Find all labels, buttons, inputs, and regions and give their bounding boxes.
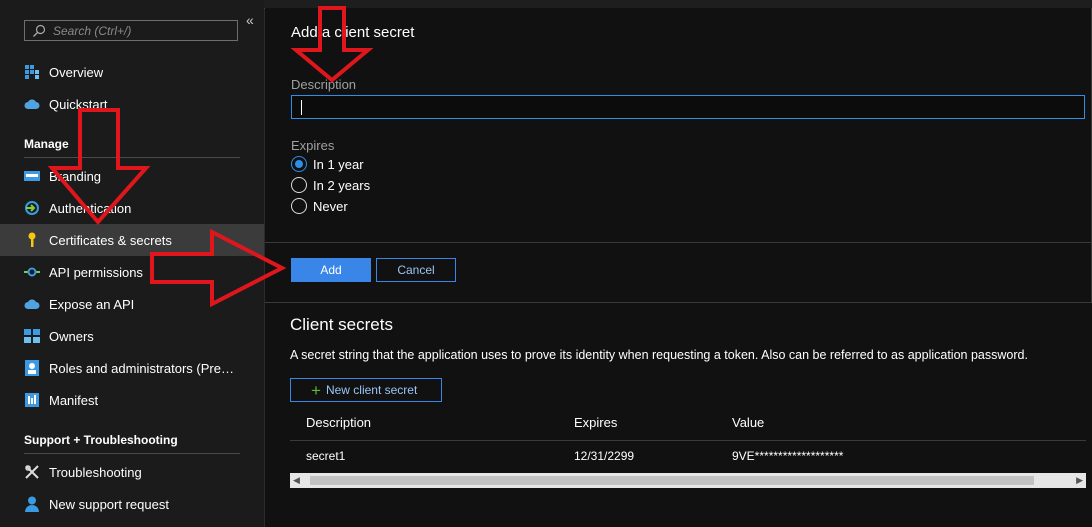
overview-icon	[24, 64, 40, 80]
panel-divider	[265, 242, 1091, 243]
expires-label: Expires	[291, 138, 335, 153]
sidebar-item-roles-administrators[interactable]: Roles and administrators (Previ...	[0, 352, 264, 384]
cloud-icon	[24, 296, 40, 312]
sidebar-item-label: API permissions	[49, 264, 143, 280]
scrollbar-thumb[interactable]	[310, 476, 1034, 485]
column-header-expires: Expires	[574, 415, 618, 430]
section-divider	[24, 157, 240, 158]
text-cursor	[301, 100, 302, 115]
column-header-value: Value	[732, 415, 765, 430]
radio-label: Never	[313, 198, 348, 214]
search-box[interactable]	[24, 20, 238, 41]
support-section-header: Support + Troubleshooting	[24, 433, 178, 447]
panel-title: Add a client secret	[291, 24, 415, 41]
table-cell-description: secret1	[306, 449, 346, 463]
sidebar-item-label: Overview	[49, 64, 104, 80]
sidebar-item-label: Branding	[49, 168, 102, 184]
key-icon	[24, 232, 40, 248]
sidebar-item-label: Expose an API	[49, 296, 135, 312]
search-icon	[33, 24, 46, 37]
cancel-button[interactable]: Cancel	[376, 258, 456, 282]
sidebar-item-label: New support request	[49, 496, 169, 512]
table-header-divider	[290, 440, 1086, 441]
collapse-sidebar-icon[interactable]: «	[246, 12, 254, 28]
sidebar-item-label: Authentication	[49, 200, 132, 216]
section-divider	[24, 453, 240, 454]
search-input[interactable]	[51, 22, 235, 39]
sidebar: « Overview Quickstart Manage Branding Au…	[0, 0, 265, 527]
horizontal-scrollbar[interactable]: ◀ ▶	[290, 473, 1086, 488]
sidebar-item-manifest[interactable]: Manifest	[0, 384, 264, 416]
sidebar-item-quickstart[interactable]: Quickstart	[0, 88, 264, 120]
wrench-icon	[24, 464, 40, 480]
sidebar-item-label: Manifest	[49, 392, 99, 408]
manage-section-header: Manage	[24, 137, 69, 151]
scroll-right-icon[interactable]: ▶	[1076, 475, 1083, 486]
radio-label: In 2 years	[313, 177, 371, 193]
radio-button-checked[interactable]	[291, 156, 307, 172]
sidebar-item-owners[interactable]: Owners	[0, 320, 264, 352]
table-cell-value: 9VE*******************	[732, 449, 844, 463]
expires-option-1-year[interactable]: In 1 year	[291, 156, 364, 172]
radio-button[interactable]	[291, 198, 307, 214]
sidebar-item-api-permissions[interactable]: API permissions	[0, 256, 264, 288]
client-secrets-title: Client secrets	[290, 315, 393, 334]
expires-option-2-years[interactable]: In 2 years	[291, 177, 370, 193]
sidebar-item-label: Quickstart	[49, 96, 108, 112]
radio-button[interactable]	[291, 177, 307, 193]
plus-icon: +	[311, 380, 321, 400]
api-permissions-icon	[24, 264, 40, 280]
cloud-icon	[24, 96, 40, 112]
expires-option-never[interactable]: Never	[291, 198, 348, 214]
add-button[interactable]: Add	[291, 258, 371, 282]
column-header-description: Description	[306, 415, 372, 430]
sidebar-item-troubleshooting[interactable]: Troubleshooting	[0, 456, 264, 488]
sidebar-item-expose-api[interactable]: Expose an API	[0, 288, 264, 320]
sidebar-item-authentication[interactable]: Authentication	[0, 192, 264, 224]
sidebar-item-overview[interactable]: Overview	[0, 56, 264, 88]
authentication-icon	[24, 200, 40, 216]
add-client-secret-panel: Add a client secret Description Expires …	[265, 8, 1092, 303]
scroll-left-icon[interactable]: ◀	[293, 475, 300, 486]
sidebar-item-label: Owners	[49, 328, 94, 344]
description-label: Description	[291, 77, 357, 92]
branding-icon	[24, 168, 40, 184]
new-client-secret-label: New client secret	[325, 383, 418, 397]
sidebar-item-new-support-request[interactable]: New support request	[0, 488, 264, 520]
sidebar-item-branding[interactable]: Branding	[0, 160, 264, 192]
owners-icon	[24, 328, 40, 344]
radio-label: In 1 year	[313, 156, 364, 172]
client-secrets-description: A secret string that the application use…	[290, 348, 1028, 362]
roles-icon	[24, 360, 40, 376]
sidebar-item-label: Certificates & secrets	[49, 232, 172, 248]
manifest-icon	[24, 392, 40, 408]
table-cell-expires: 12/31/2299	[574, 449, 635, 463]
description-input[interactable]	[291, 95, 1085, 119]
sidebar-item-label: Roles and administrators (Previ...	[49, 360, 239, 376]
support-person-icon	[24, 496, 40, 512]
sidebar-item-certificates-secrets[interactable]: Certificates & secrets	[0, 224, 264, 256]
sidebar-item-label: Troubleshooting	[49, 464, 142, 480]
new-client-secret-button[interactable]: + New client secret	[290, 378, 442, 402]
